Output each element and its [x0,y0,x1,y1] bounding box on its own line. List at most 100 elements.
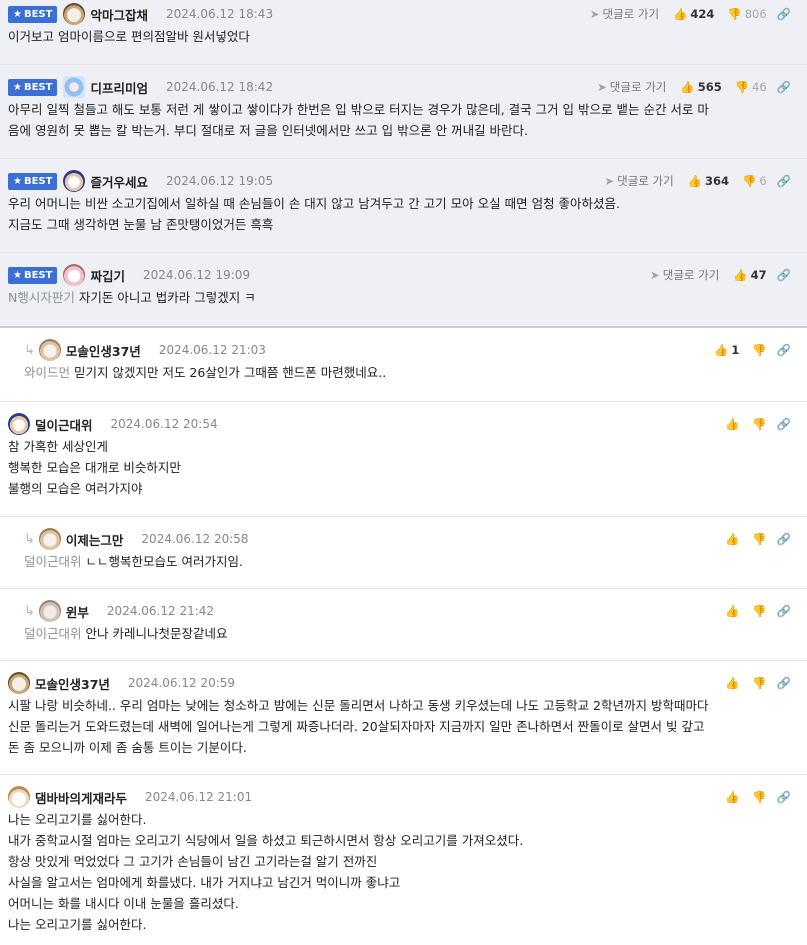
downvote-count: 6 [759,174,767,188]
timestamp: 2024.06.12 19:05 [165,174,274,188]
link-icon[interactable]: 🔗 [777,676,791,690]
mention[interactable]: 덜이근대위 [24,554,82,569]
best-badge: ★ BEST [8,266,58,284]
link-icon[interactable]: 🔗 [777,790,791,804]
upvote-button[interactable]: 👍 [725,790,739,804]
upvote-button[interactable]: 👍 1 [714,343,739,357]
link-icon[interactable]: 🔗 [777,343,791,357]
avatar[interactable] [63,264,86,286]
comment-body: 이거보고 엄마이름으로 편의점알바 원서넣었다 [8,26,799,53]
avatar[interactable] [8,413,30,435]
upvote-count: 565 [697,80,722,94]
mention[interactable]: 와이드먼 [24,365,70,380]
link-icon[interactable]: 🔗 [777,7,791,21]
downvote-button[interactable]: 👎 [749,343,766,357]
comment-line: 참 가혹한 세상인게 [8,439,108,454]
comment-body: N행시자판기 자기돈 아니고 법카라 그렇겠지 ㅋ [8,287,799,314]
thumb-up-icon: 👍 [687,174,702,188]
link-icon[interactable]: 🔗 [777,80,791,94]
avatar[interactable] [38,339,61,361]
avatar[interactable] [38,528,61,550]
username[interactable]: 즐거우세요 [90,172,148,191]
downvote-count: 46 [752,80,767,94]
reply-link-label: 댓글로 가기 [602,7,660,21]
upvote-button[interactable]: 👍 [725,676,739,690]
paper-plane-icon: ➤ [604,174,615,188]
best-badge: ★ BEST [8,5,58,23]
downvote-button[interactable]: 👎 [749,790,766,804]
reply-link-label: 댓글로 가기 [662,268,720,282]
comment-best: ★ BEST 악마그잡채 2024.06.12 18:43 ➤ 댓글로 가기 👍 42… [0,0,807,65]
comment-line: 내가 중학교시절 엄마는 오리고기 식당에서 일을 하셨고 퇴근하시면서 항상 … [8,833,524,848]
avatar[interactable] [63,76,86,98]
comment-line: 아무리 일찍 철들고 해도 보통 저런 게 쌓이고 쌓이다가 한번은 입 밖으로… [8,102,709,117]
reply-link-label: 댓글로 가기 [617,174,674,188]
mention[interactable]: 덜이근대위 [24,626,82,641]
comment-body: 시팔 나랑 비슷하네.. 우리 엄마는 낮에는 청소하고 밤에는 신문 돌리면서… [8,695,799,764]
upvote-button[interactable]: 👍 [725,604,739,618]
comment-line: 믿기지 않겠지만 저도 26살인가 그때쯤 핸드폰 마련했네요.. [74,365,387,380]
best-label: BEST [23,269,53,281]
reply-link[interactable]: ➤ 댓글로 가기 [590,6,659,22]
comment-line: 항상 맛있게 먹었었다 그 고기가 손님들이 남긴 고기라는걸 알기 전까진 [8,854,378,869]
thumb-up-icon: 👍 [733,268,748,282]
comment-line: 돈 좀 모으니까 이제 좀 숨통 트이는 기분이다. [8,740,247,755]
downvote-button[interactable]: 👎 [749,417,766,431]
username[interactable]: 이제는그만 [66,530,124,549]
comment-line: 자기돈 아니고 법카라 그렇겠지 ㅋ [78,290,256,305]
upvote-button[interactable]: 👍 [725,417,739,431]
avatar[interactable] [8,786,30,808]
thumb-up-icon: 👍 [673,7,688,21]
comment-line: 이거보고 엄마이름으로 편의점알바 원서넣었다 [8,29,250,44]
star-icon: ★ [13,8,22,20]
reply-link[interactable]: ➤ 댓글로 가기 [604,173,673,189]
downvote-button[interactable]: 👎 [749,676,766,690]
link-icon[interactable]: 🔗 [777,604,791,618]
upvote-button[interactable]: 👍 47 [733,268,766,282]
best-label: BEST [23,175,53,187]
reply-link[interactable]: ➤ 댓글로 가기 [597,79,666,95]
thumb-up-icon: 👍 [725,532,740,546]
avatar[interactable] [63,3,86,25]
upvote-button[interactable]: 👍 364 [688,174,729,188]
comment-line: 나는 오리고기를 싫어한다. [8,917,147,932]
thumb-down-icon: 👎 [752,532,767,546]
comment-body: 덜이근대위 안나 카레니나첫문장같네요 [24,623,799,650]
comment-body: 나는 오리고기를 싫어한다. 내가 중학교시절 엄마는 오리고기 식당에서 일을… [8,809,799,941]
downvote-button[interactable]: 👎 806 [724,7,766,21]
downvote-button[interactable]: 👎 [749,532,766,546]
comment-line: 행복한 모습은 대개로 비슷하지만 [8,460,181,475]
upvote-button[interactable]: 👍 424 [673,7,714,21]
best-badge: ★ BEST [8,172,58,190]
comment-best: ★ BEST 즐거우세요 2024.06.12 19:05 ➤ 댓글로 가기 👍 36… [0,159,807,253]
username[interactable]: 악마그잡채 [90,5,148,24]
thumb-down-icon: 👎 [752,417,767,431]
mention[interactable]: N행시자판기 [8,290,75,305]
link-icon[interactable]: 🔗 [777,268,791,282]
comment-body: 아무리 일찍 철들고 해도 보통 저런 게 쌓이고 쌓이다가 한번은 입 밖으로… [8,99,799,147]
username[interactable]: 모솔인생37년 [66,341,141,360]
downvote-count: 806 [744,7,767,21]
upvote-button[interactable]: 👍 565 [680,80,721,94]
reply-link[interactable]: ➤ 댓글로 가기 [650,267,719,283]
upvote-button[interactable]: 👍 [725,532,739,546]
username[interactable]: 모솔인생37년 [35,674,110,693]
avatar[interactable] [63,170,86,192]
username[interactable]: 덜이근대위 [35,415,93,434]
avatar[interactable] [38,600,61,622]
link-icon[interactable]: 🔗 [777,174,791,188]
link-icon[interactable]: 🔗 [777,417,791,431]
link-icon[interactable]: 🔗 [777,532,791,546]
downvote-button[interactable]: 👎 46 [732,80,767,94]
username[interactable]: 댐바바의게재라두 [35,788,127,807]
paper-plane-icon: ➤ [650,268,660,282]
comment-list: ★ BEST 악마그잡채 2024.06.12 18:43 ➤ 댓글로 가기 👍 42… [0,0,807,945]
username[interactable]: 윈부 [66,602,89,621]
downvote-button[interactable]: 👎 6 [739,174,767,188]
avatar[interactable] [8,672,30,694]
timestamp: 2024.06.12 21:01 [145,790,253,804]
username[interactable]: 디프리미엄 [90,78,148,97]
username[interactable]: 짜깁기 [90,266,125,285]
comment-reply: ↳ 이제는그만 2024.06.12 20:58 👍 👎 🔗 덜이근대위 ㄴㄴ행복… [0,517,807,589]
downvote-button[interactable]: 👎 [749,604,766,618]
